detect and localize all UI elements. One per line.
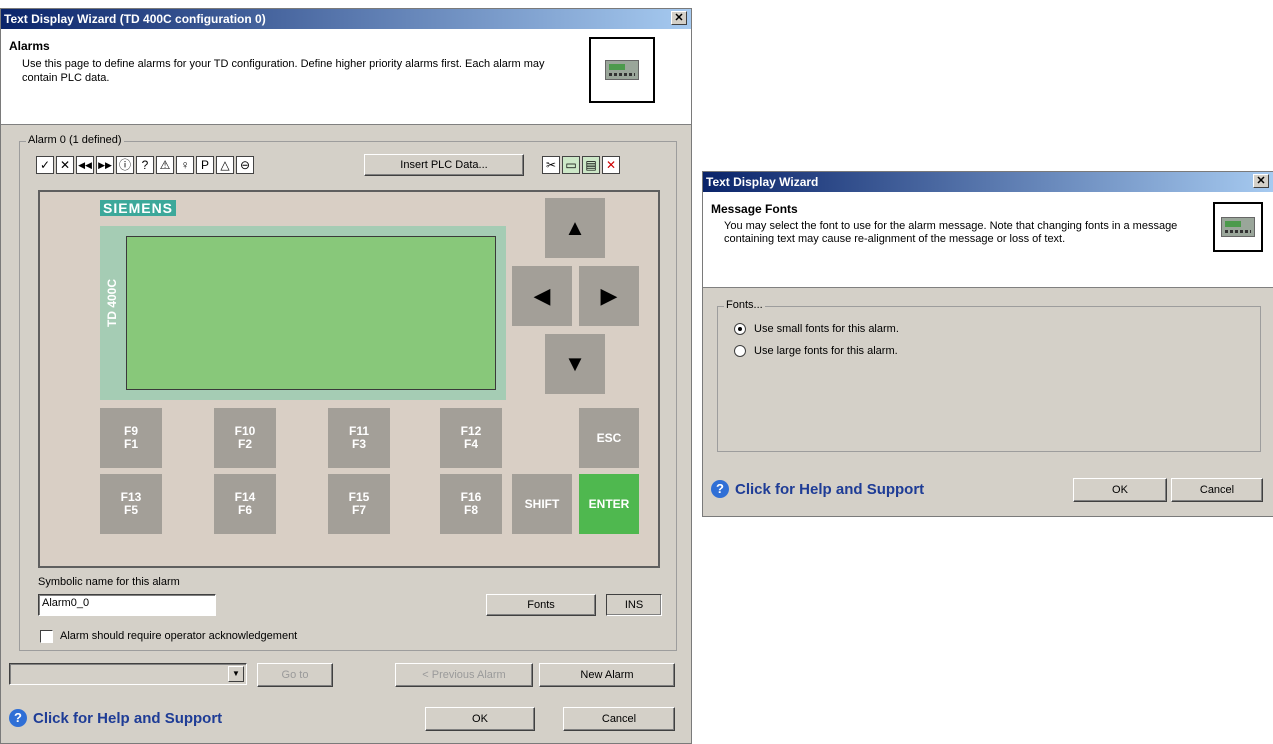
fonts-group: Fonts... Use small fonts for this alarm.… [717,299,1261,452]
new-alarm-button[interactable]: New Alarm [539,663,675,687]
rewind-icon[interactable]: ◀◀ [76,156,94,174]
shift-key[interactable]: SHIFT [512,474,572,534]
f2-key[interactable]: F10 F2 [214,408,276,468]
ins-button[interactable]: INS [606,594,662,616]
ok-button[interactable]: OK [425,707,535,731]
page-title: Alarms [9,39,50,53]
help-icon: ? [9,709,27,727]
small-fonts-radio[interactable] [734,323,746,335]
display-bezel: TD 400C [100,226,506,400]
enter-key[interactable]: ENTER [579,474,639,534]
fonts-dialog-title: Text Display Wizard [706,175,819,189]
f4-key[interactable]: F12 F4 [440,408,502,468]
acknowledge-checkbox[interactable] [40,630,53,643]
fast-forward-icon[interactable]: ▶▶ [96,156,114,174]
wizard-title: Text Display Wizard (TD 400C configurati… [4,12,266,26]
fonts-button[interactable]: Fonts [486,594,596,616]
fonts-page-title: Message Fonts [711,202,798,216]
f6-key[interactable]: F14 F6 [214,474,276,534]
wizard-title-bar: Text Display Wizard (TD 400C configurati… [1,9,691,29]
symbolic-name-field[interactable]: Alarm0_0 [38,594,216,616]
f5-key[interactable]: F13 F5 [100,474,162,534]
large-fonts-radio[interactable] [734,345,746,357]
help-icon: ? [711,480,729,498]
siemens-logo: SIEMENS [100,200,177,216]
delete-icon[interactable]: ✕ [602,156,620,174]
arrow-right-key[interactable]: ▶ [579,266,639,326]
fonts-page-description: You may select the font to use for the a… [724,220,1178,245]
cancel-button[interactable]: Cancel [563,707,675,731]
small-fonts-label: Use small fonts for this alarm. [754,323,899,335]
cut-icon[interactable]: ✂ [542,156,560,174]
wrench-icon[interactable]: P [196,156,214,174]
f8-key[interactable]: F16 F8 [440,474,502,534]
info-icon[interactable]: ⓘ [116,156,134,174]
copy-icon[interactable]: ▭ [562,156,580,174]
help-support-link[interactable]: ? Click for Help and Support [9,709,222,727]
td-device-thumbnail-icon [589,37,655,103]
esc-key[interactable]: ESC [579,408,639,468]
insert-plc-data-button[interactable]: Insert PLC Data... [364,154,524,176]
alarm-group-label: Alarm 0 (1 defined) [26,134,124,146]
alarm-wizard-window: Text Display Wizard (TD 400C configurati… [0,8,692,744]
stop-icon[interactable]: ⊖ [236,156,254,174]
arrow-up-key[interactable]: ▲ [545,198,605,258]
check-icon[interactable]: ✓ [36,156,54,174]
fonts-header: Message Fonts You may select the font to… [703,192,1273,288]
alarm-select-dropdown[interactable]: ▼ [9,663,247,685]
help-support-label: Click for Help and Support [33,709,223,727]
f7-key[interactable]: F15 F7 [328,474,390,534]
warning-icon[interactable]: ⚠ [156,156,174,174]
td400c-device: SIEMENS TD 400C ▲ ◀ ▶ ▼ F9 F1 F10 F2 F11 F3… [38,190,660,568]
model-label: TD 400C [105,278,119,328]
x-box-icon[interactable]: ✕ [56,156,74,174]
page-description: Use this page to define alarms for your … [22,58,545,84]
ok-button[interactable]: OK [1073,478,1167,502]
large-fonts-label: Use large fonts for this alarm. [754,345,898,357]
arrow-left-key[interactable]: ◀ [512,266,572,326]
bulb-icon[interactable]: ♀ [176,156,194,174]
format-toolbar: ✓ ✕ ◀◀ ▶▶ ⓘ ? ⚠ ♀ P △ ⊖ [36,156,254,174]
previous-alarm-button[interactable]: < Previous Alarm [395,663,533,687]
paste-icon[interactable]: ▤ [582,156,600,174]
chevron-down-icon[interactable]: ▼ [228,666,244,682]
fonts-group-label: Fonts... [724,299,765,311]
cancel-button[interactable]: Cancel [1171,478,1263,502]
edit-toolbar: ✂ ▭ ▤ ✕ [542,156,620,174]
td-device-thumbnail-icon [1213,202,1263,252]
help-support-link[interactable]: ? Click for Help and Support [711,480,924,498]
wizard-header: Alarms Use this page to define alarms fo… [1,29,691,125]
question-icon[interactable]: ? [136,156,154,174]
fonts-dialog-window: Text Display Wizard ✕ Message Fonts You … [702,171,1273,517]
fonts-title-bar: Text Display Wizard ✕ [703,172,1273,192]
lcd-screen[interactable] [126,236,496,390]
help-support-label: Click for Help and Support [735,480,925,498]
close-icon[interactable]: ✕ [1253,174,1269,188]
hazard-icon[interactable]: △ [216,156,234,174]
arrow-down-key[interactable]: ▼ [545,334,605,394]
alarm-group: Alarm 0 (1 defined) ✓ ✕ ◀◀ ▶▶ ⓘ ? ⚠ ♀ P … [19,134,677,651]
f1-key[interactable]: F9 F1 [100,408,162,468]
symbolic-name-label: Symbolic name for this alarm [38,576,180,588]
acknowledge-label: Alarm should require operator acknowledg… [60,630,298,642]
f3-key[interactable]: F11 F3 [328,408,390,468]
goto-button[interactable]: Go to [257,663,333,687]
close-icon[interactable]: ✕ [671,11,687,25]
